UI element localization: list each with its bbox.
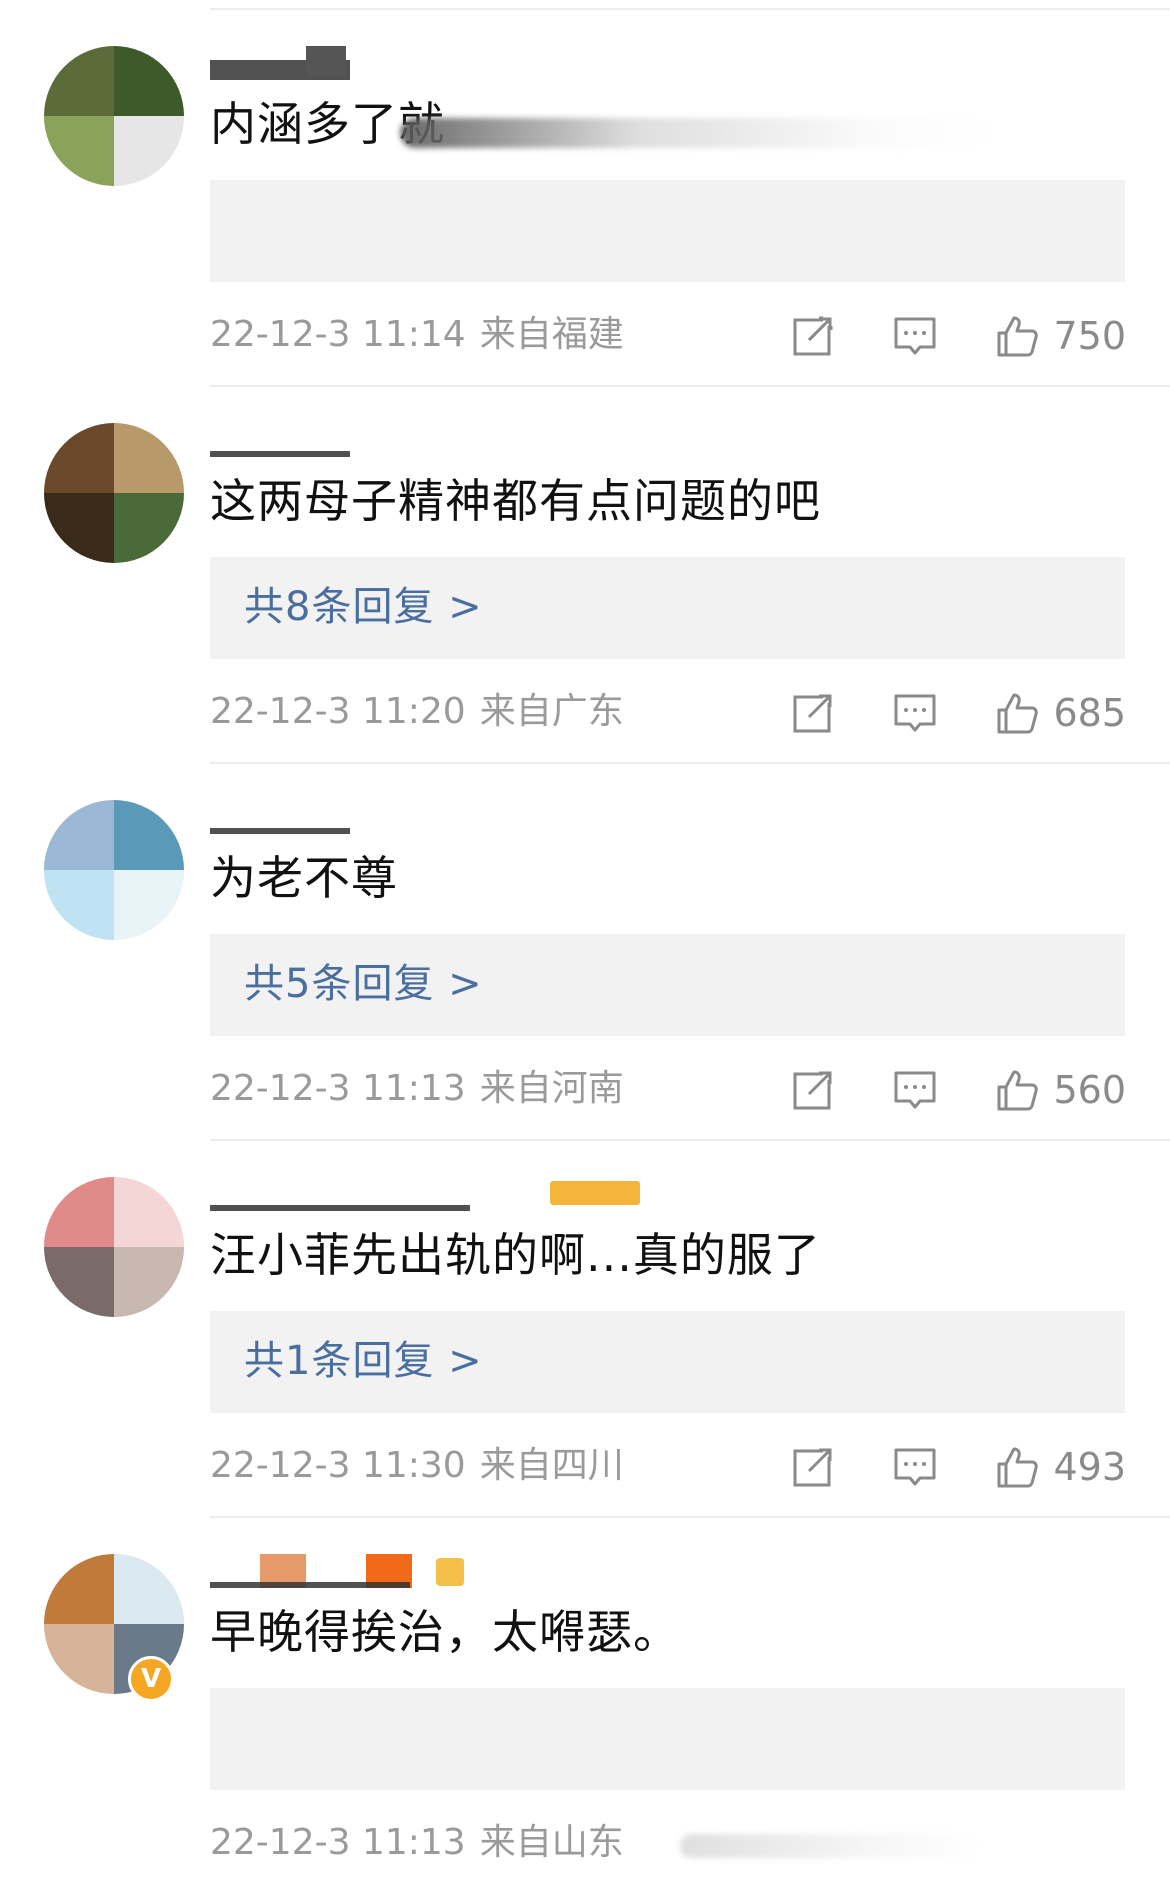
like-count: 493: [1053, 1445, 1126, 1489]
comment-meta: 22-12-3 11:13 来自山东: [210, 1818, 624, 1868]
comment-text: 早晚得挨治，太嘚瑟。: [210, 1605, 680, 1659]
share-icon[interactable]: [791, 314, 835, 358]
comment-icon[interactable]: [893, 691, 937, 735]
username-redacted[interactable]: [210, 800, 510, 834]
reply-box[interactable]: 共1条回复 >: [210, 1311, 1125, 1413]
comment-actions: 750: [733, 306, 1126, 366]
like-icon[interactable]: [995, 691, 1039, 735]
comment-icon[interactable]: [893, 1068, 937, 1112]
like-count: 750: [1053, 314, 1126, 358]
comment-icon[interactable]: [893, 314, 937, 358]
username-redacted[interactable]: [210, 46, 510, 80]
comment-item: 内涵多了就 22-12-3 11:14 来自福建 750: [0, 0, 1170, 378]
verified-badge-icon: V: [128, 1656, 174, 1702]
share-icon[interactable]: [791, 1445, 835, 1489]
view-replies-link[interactable]: 共1条回复 >: [244, 1331, 483, 1391]
avatar[interactable]: [44, 46, 184, 186]
reply-box: [210, 180, 1125, 282]
comment-meta: 22-12-3 11:14 来自福建: [210, 310, 624, 360]
share-icon[interactable]: [791, 691, 835, 735]
username-redacted[interactable]: [210, 1177, 670, 1211]
redaction-blur: [400, 118, 990, 148]
comment-time: 22-12-3 11:13: [210, 1068, 466, 1109]
view-replies-link[interactable]: 共8条回复 >: [244, 577, 483, 637]
comment-text: 汪小菲先出轨的啊...真的服了: [210, 1228, 821, 1282]
comment-actions: 560: [733, 1060, 1126, 1120]
comment-icon[interactable]: [893, 1445, 937, 1489]
comment-location: 来自四川: [479, 1445, 624, 1486]
comment-actions: 493: [733, 1437, 1126, 1497]
like-count: 685: [1053, 691, 1126, 735]
redaction-blur: [680, 1834, 980, 1858]
comment-location: 来自广东: [479, 691, 624, 732]
avatar[interactable]: [44, 1177, 184, 1317]
comment-actions: 685: [733, 683, 1126, 743]
comment-time: 22-12-3 11:20: [210, 691, 466, 732]
comment-text: 这两母子精神都有点问题的吧: [210, 474, 821, 528]
comment-time: 22-12-3 11:13: [210, 1822, 466, 1863]
reply-box[interactable]: 共5条回复 >: [210, 934, 1125, 1036]
comment-item: V 早晚得挨治，太嘚瑟。 22-12-3 11:13 来自山东: [0, 1508, 1170, 1886]
like-icon[interactable]: [995, 314, 1039, 358]
avatar[interactable]: [44, 423, 184, 563]
comment-meta: 22-12-3 11:30 来自四川: [210, 1441, 624, 1491]
like-icon[interactable]: [995, 1445, 1039, 1489]
comment-location: 来自福建: [479, 314, 624, 355]
comment-item: 汪小菲先出轨的啊...真的服了 共1条回复 > 22-12-3 11:30 来自四…: [0, 1131, 1170, 1509]
comment-meta: 22-12-3 11:13 来自河南: [210, 1064, 624, 1114]
comment-item: 这两母子精神都有点问题的吧 共8条回复 > 22-12-3 11:20 来自广东 …: [0, 377, 1170, 755]
share-icon[interactable]: [791, 1068, 835, 1112]
reply-box: [210, 1688, 1125, 1790]
username-redacted[interactable]: [210, 1554, 510, 1588]
like-icon[interactable]: [995, 1068, 1039, 1112]
comment-location: 来自河南: [479, 1068, 624, 1109]
comment-time: 22-12-3 11:30: [210, 1445, 466, 1486]
comment-location: 来自山东: [479, 1822, 624, 1863]
like-count: 560: [1053, 1068, 1126, 1112]
comment-time: 22-12-3 11:14: [210, 314, 466, 355]
comment-item: 为老不尊 共5条回复 > 22-12-3 11:13 来自河南 560: [0, 754, 1170, 1132]
avatar[interactable]: [44, 800, 184, 940]
view-replies-link[interactable]: 共5条回复 >: [244, 954, 483, 1014]
comment-text: 为老不尊: [210, 851, 398, 905]
reply-box[interactable]: 共8条回复 >: [210, 557, 1125, 659]
username-redacted[interactable]: [210, 423, 510, 457]
comment-meta: 22-12-3 11:20 来自广东: [210, 687, 624, 737]
